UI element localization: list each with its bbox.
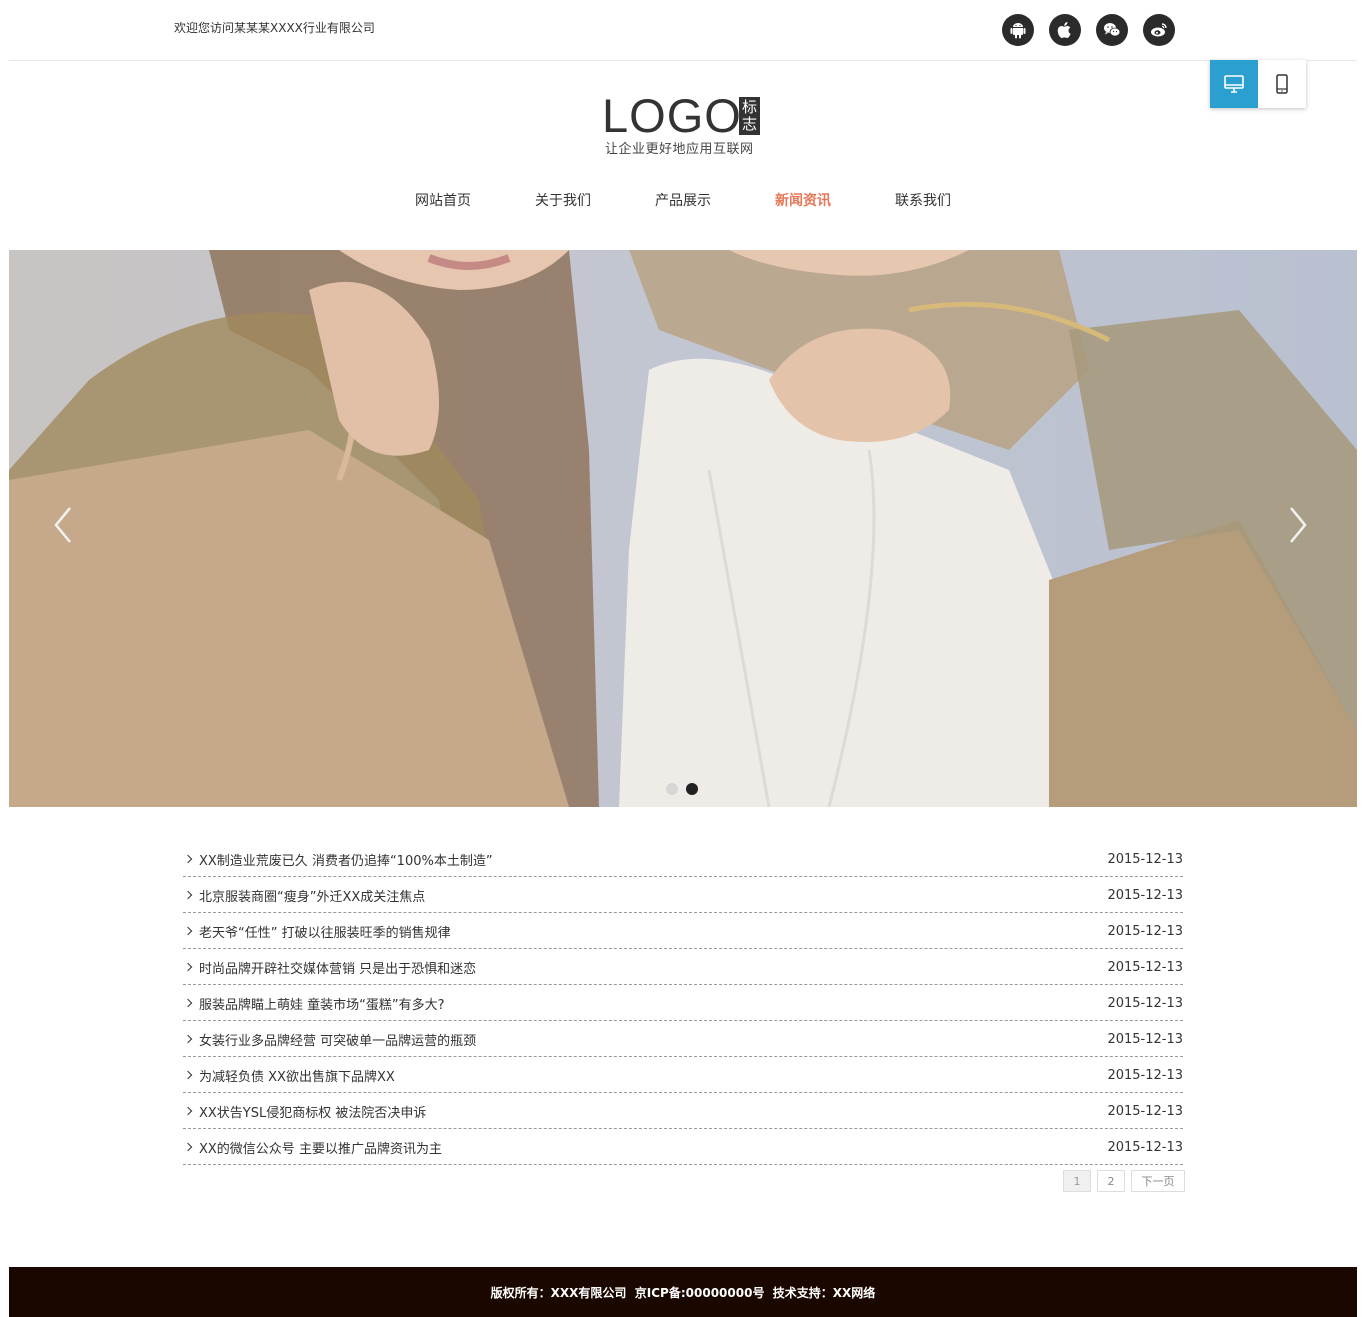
news-item-title: 时尚品牌开辟社交媒体营销 只是出于恐惧和迷恋 bbox=[199, 961, 477, 977]
news-item-date: 2015-12-13 bbox=[1107, 851, 1183, 867]
view-switch bbox=[1210, 60, 1306, 108]
footer: 版权所有：XXX有限公司 京ICP备:00000000号 技术支持：XX网络 bbox=[9, 1267, 1357, 1317]
wechat-icon[interactable] bbox=[1096, 14, 1128, 46]
chevron-right-icon bbox=[183, 962, 193, 972]
news-list: XX制造业荒废已久 消费者仍追捧“100%本土制造” 2015-12-13 北京… bbox=[183, 841, 1183, 1165]
news-item-title: XX制造业荒废已久 消费者仍追捧“100%本土制造” bbox=[199, 853, 493, 869]
news-item[interactable]: XX状告YSL侵犯商标权 被法院否决申诉 2015-12-13 bbox=[183, 1093, 1183, 1129]
chevron-right-icon bbox=[183, 854, 193, 864]
nav-item-contact[interactable]: 联系我们 bbox=[863, 190, 983, 212]
news-item-date: 2015-12-13 bbox=[1107, 1103, 1183, 1119]
news-item-date: 2015-12-13 bbox=[1107, 1139, 1183, 1155]
news-item[interactable]: XX的微信公众号 主要以推广品牌资讯为主 2015-12-13 bbox=[183, 1129, 1183, 1165]
banner-dot-2[interactable] bbox=[686, 783, 698, 795]
news-item[interactable]: 老天爷“任性” 打破以往服装旺季的销售规律 2015-12-13 bbox=[183, 913, 1183, 949]
banner-image bbox=[9, 250, 1357, 807]
mobile-view-button[interactable] bbox=[1258, 60, 1306, 108]
nav-item-about[interactable]: 关于我们 bbox=[503, 190, 623, 212]
news-item[interactable]: 服装品牌瞄上萌娃 童装市场“蛋糕”有多大? 2015-12-13 bbox=[183, 985, 1183, 1021]
pagination: 1 2 下一页 bbox=[1063, 1170, 1185, 1192]
desktop-view-button[interactable] bbox=[1210, 60, 1258, 108]
news-item-date: 2015-12-13 bbox=[1107, 923, 1183, 939]
news-item-title: 女装行业多品牌经营 可突破单一品牌运营的瓶颈 bbox=[199, 1033, 477, 1049]
chevron-right-icon bbox=[183, 1034, 193, 1044]
chevron-right-icon bbox=[183, 1070, 193, 1080]
desktop-icon bbox=[1224, 75, 1244, 93]
news-item-date: 2015-12-13 bbox=[1107, 959, 1183, 975]
android-icon[interactable] bbox=[1002, 14, 1034, 46]
page-1-button[interactable]: 1 bbox=[1063, 1170, 1091, 1192]
news-item-title: 老天爷“任性” 打破以往服装旺季的销售规律 bbox=[199, 925, 451, 941]
news-item-title: 北京服装商圈“瘦身”外迁XX成关注焦点 bbox=[199, 889, 426, 905]
weibo-icon[interactable] bbox=[1143, 14, 1175, 46]
footer-copyright: 版权所有：XXX有限公司 京ICP备:00000000号 技术支持：XX网络 bbox=[490, 1285, 876, 1300]
chevron-right-icon bbox=[183, 926, 193, 936]
news-item-date: 2015-12-13 bbox=[1107, 1067, 1183, 1083]
news-item[interactable]: XX制造业荒废已久 消费者仍追捧“100%本土制造” 2015-12-13 bbox=[183, 841, 1183, 877]
news-item[interactable]: 北京服装商圈“瘦身”外迁XX成关注焦点 2015-12-13 bbox=[183, 877, 1183, 913]
site-logo[interactable]: LOGO 标志 让企业更好地应用互联网 bbox=[600, 89, 770, 157]
logo-slogan: 让企业更好地应用互联网 bbox=[605, 142, 754, 157]
nav-item-home[interactable]: 网站首页 bbox=[383, 190, 503, 212]
news-item[interactable]: 女装行业多品牌经营 可突破单一品牌运营的瓶颈 2015-12-13 bbox=[183, 1021, 1183, 1057]
nav-item-news[interactable]: 新闻资讯 bbox=[743, 190, 863, 212]
social-icons bbox=[1002, 14, 1175, 46]
news-item-date: 2015-12-13 bbox=[1107, 1031, 1183, 1047]
news-item-date: 2015-12-13 bbox=[1107, 887, 1183, 903]
banner-slideshow bbox=[9, 250, 1357, 807]
chevron-right-icon bbox=[183, 1106, 193, 1116]
banner-prev-arrow[interactable] bbox=[48, 500, 78, 550]
welcome-text: 欢迎您访问某某某XXXX行业有限公司 bbox=[174, 21, 375, 35]
banner-dot-1[interactable] bbox=[666, 783, 678, 795]
news-item-date: 2015-12-13 bbox=[1107, 995, 1183, 1011]
page-2-button[interactable]: 2 bbox=[1097, 1170, 1125, 1192]
chevron-right-icon bbox=[183, 998, 193, 1008]
news-item-title: 为减轻负债 XX欲出售旗下品牌XX bbox=[199, 1069, 395, 1085]
news-item[interactable]: 时尚品牌开辟社交媒体营销 只是出于恐惧和迷恋 2015-12-13 bbox=[183, 949, 1183, 985]
next-page-button[interactable]: 下一页 bbox=[1131, 1170, 1185, 1192]
nav-item-products[interactable]: 产品展示 bbox=[623, 190, 743, 212]
logo-text: LOGO bbox=[602, 89, 742, 142]
news-item[interactable]: 为减轻负债 XX欲出售旗下品牌XX 2015-12-13 bbox=[183, 1057, 1183, 1093]
news-item-title: XX的微信公众号 主要以推广品牌资讯为主 bbox=[199, 1141, 442, 1157]
banner-next-arrow[interactable] bbox=[1283, 500, 1313, 550]
news-item-title: 服装品牌瞄上萌娃 童装市场“蛋糕”有多大? bbox=[199, 997, 445, 1013]
chevron-right-icon bbox=[183, 890, 193, 900]
main-nav: 网站首页 关于我们 产品展示 新闻资讯 联系我们 bbox=[383, 190, 983, 212]
apple-icon[interactable] bbox=[1049, 14, 1081, 46]
news-item-title: XX状告YSL侵犯商标权 被法院否决申诉 bbox=[199, 1105, 427, 1121]
logo-badge: 标志 bbox=[739, 97, 760, 135]
chevron-right-icon bbox=[183, 1142, 193, 1152]
mobile-icon bbox=[1276, 74, 1288, 94]
banner-dots bbox=[666, 783, 698, 795]
